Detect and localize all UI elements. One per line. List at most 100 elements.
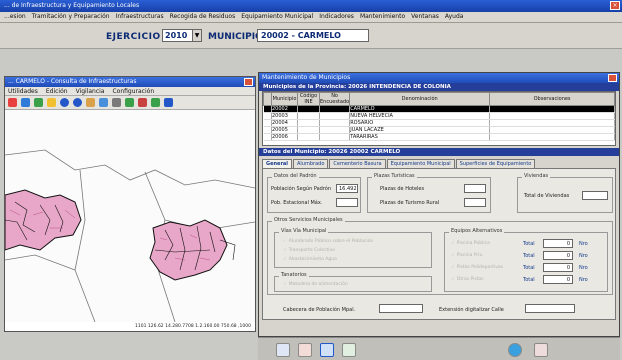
table-row[interactable]: 20005 JUAN LACAZE <box>263 126 615 134</box>
menu-item[interactable]: Ventanas <box>411 13 439 21</box>
table-row[interactable]: 20002 CARMELO <box>263 105 615 113</box>
column-header[interactable]: Denominación <box>349 92 491 106</box>
total-label: Total <box>523 241 535 247</box>
table-row[interactable]: 20003 NUEVA HELVECIA <box>263 112 615 120</box>
chart-icon[interactable] <box>138 98 147 107</box>
menu-item[interactable]: Recogida de Residuos <box>170 13 236 21</box>
menu-item[interactable]: Mantenimiento <box>360 13 405 21</box>
ejercicio-label: EJERCICIO <box>106 32 161 42</box>
data-window: Mantenimiento de Municipios Municipios d… <box>258 72 620 337</box>
field-label: Plazas de Turismo Rural <box>380 200 440 206</box>
zoom-icon[interactable] <box>8 98 17 107</box>
estacional-field[interactable] <box>336 198 358 207</box>
chart-icon[interactable] <box>151 98 160 107</box>
map-coordinates: 1101 126.62 14.280.7708 1.2.160.00 750.6… <box>135 324 251 329</box>
poblacion-field[interactable]: 16.492 <box>336 184 358 193</box>
close-icon[interactable]: × <box>610 1 620 10</box>
total-field[interactable]: 0 <box>543 251 573 260</box>
equipo-check[interactable]: Pistas Polideportivas <box>451 265 503 270</box>
menu-item[interactable]: Infraestructuras <box>116 13 164 21</box>
municipio-field[interactable]: 20002 - CARMELO <box>257 29 369 42</box>
equipo-check[interactable]: Piscina Priv. <box>451 253 483 258</box>
map-menu-item[interactable]: Vigilancia <box>76 88 105 95</box>
total-field[interactable]: 0 <box>543 275 573 284</box>
map-window: ... CARMELO - Consulta de Infraestructur… <box>4 76 256 332</box>
table-icon[interactable] <box>112 98 121 107</box>
layers-icon[interactable] <box>99 98 108 107</box>
map-toolbar <box>5 96 255 110</box>
arrow-icon[interactable] <box>47 98 56 107</box>
menu-item[interactable]: Tramitación y Preparación <box>32 13 110 21</box>
hoteles-field[interactable] <box>464 184 486 193</box>
column-header[interactable]: Código INE <box>297 92 320 106</box>
exit-icon[interactable] <box>534 343 548 357</box>
menu-item[interactable]: Equipamiento Municipal <box>241 13 313 21</box>
group-label: Equipos Alternativos <box>449 228 505 234</box>
field-label: Población Según Padrón <box>271 186 332 192</box>
refresh-icon[interactable] <box>508 343 522 357</box>
save-icon[interactable] <box>320 343 334 357</box>
map-menu-item[interactable]: Utilidades <box>8 88 38 95</box>
viviendas-field[interactable] <box>582 191 608 200</box>
otros-servicios-group: Otros Servicios Municipales Vías Vía Mun… <box>267 217 613 295</box>
vias-check[interactable]: Transporte Colectivo <box>283 248 335 253</box>
equipo-check[interactable]: Piscina Pública <box>451 241 490 246</box>
tab-superficies[interactable]: Superficies de Equipamiento <box>455 159 536 168</box>
row-name: ROSARIO <box>349 119 491 127</box>
grid-header: Municipios de la Provincia: 20026 INTEND… <box>259 83 619 91</box>
group-label: Otros Servicios Municipales <box>272 217 345 223</box>
municipio-label: MUNICIPIO <box>208 32 263 42</box>
new-record-icon[interactable] <box>276 343 290 357</box>
unit-label: Nro <box>579 253 588 259</box>
row-code: 20006 <box>271 133 298 141</box>
equipo-check[interactable]: Otras Pistas <box>451 277 484 282</box>
tanatorio-check[interactable]: Matadero de alimentación <box>283 282 348 287</box>
chart-icon[interactable] <box>125 98 134 107</box>
table-row[interactable]: 20004 ROSARIO <box>263 119 615 127</box>
total-field[interactable]: 0 <box>543 239 573 248</box>
viviendas-group: Viviendas Total de Viviendas <box>517 173 613 213</box>
delete-record-icon[interactable] <box>298 343 312 357</box>
vias-group: Vías Vía Municipal Alumbrado Público sob… <box>274 228 432 268</box>
group-label: Viviendas <box>522 173 551 179</box>
column-header[interactable]: Observaciones <box>489 92 615 106</box>
vias-check[interactable]: Abastecimiento Agua <box>283 257 337 262</box>
info-icon[interactable] <box>60 98 69 107</box>
rural-field[interactable] <box>464 198 486 207</box>
print-icon[interactable] <box>342 343 356 357</box>
general-tab-body: Datos del Padrón Población Según Padrón … <box>262 168 616 320</box>
map-menu: Utilidades Edición Vigilancia Configurac… <box>5 87 255 96</box>
group-label: Plazas Turísticas <box>372 173 417 179</box>
close-icon[interactable] <box>244 78 253 86</box>
close-icon[interactable] <box>608 74 617 82</box>
tab-cementerio[interactable]: Cementerio Basura <box>329 159 386 168</box>
cabecera-select[interactable] <box>379 304 423 313</box>
vias-check[interactable]: Alumbrado Público sobre el Población <box>283 239 373 244</box>
cabecera-label: Cabecera de Población Mpal. <box>283 307 356 313</box>
row-name: JUAN LACAZE <box>349 126 491 134</box>
map-menu-item[interactable]: Edición <box>46 88 68 95</box>
column-header[interactable]: No Encuestado <box>318 92 351 106</box>
map-canvas[interactable] <box>5 110 255 322</box>
tab-equipamiento[interactable]: Equipamiento Municipal <box>386 159 455 168</box>
chart-icon[interactable] <box>164 98 173 107</box>
total-field[interactable]: 0 <box>543 263 573 272</box>
globe-icon[interactable] <box>34 98 43 107</box>
tab-general[interactable]: General <box>262 159 292 168</box>
menu-item[interactable]: Ayuda <box>445 13 464 21</box>
map-menu-item[interactable]: Configuración <box>112 88 154 95</box>
group-label: Vías Vía Municipal <box>279 228 329 234</box>
folder-icon[interactable] <box>86 98 95 107</box>
unit-label: Nro <box>579 241 588 247</box>
column-header[interactable]: Municipio <box>271 92 298 106</box>
chevron-down-icon[interactable]: ▼ <box>192 30 201 41</box>
equipos-group: Equipos Alternativos Piscina Pública Tot… <box>444 228 608 292</box>
info-icon[interactable] <box>73 98 82 107</box>
search-icon[interactable] <box>21 98 30 107</box>
extension-select[interactable] <box>525 304 575 313</box>
tab-alumbrado[interactable]: Alumbrado <box>293 159 329 168</box>
menu-item[interactable]: ...esion <box>4 13 26 21</box>
ejercicio-select[interactable]: 2010 ▼ <box>162 29 202 42</box>
table-row[interactable]: 20006 TARARIRAS <box>263 133 615 141</box>
menu-item[interactable]: Indicadores <box>319 13 354 21</box>
